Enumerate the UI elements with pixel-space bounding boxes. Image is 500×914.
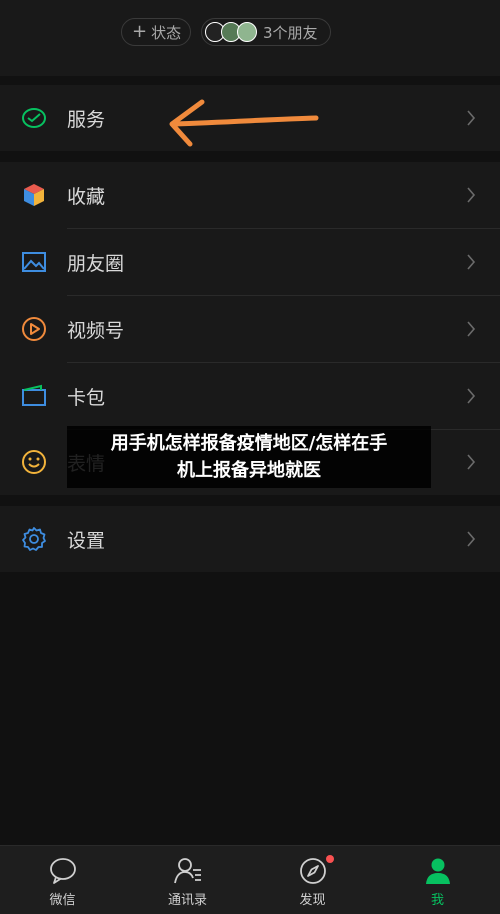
plus-icon: + bbox=[132, 21, 148, 42]
notification-dot bbox=[326, 855, 334, 863]
menu-label: 服务 bbox=[67, 108, 106, 131]
menu-label: 朋友圈 bbox=[67, 252, 125, 275]
menu-item-moments[interactable]: 朋友圈 bbox=[0, 229, 500, 295]
arrow-annotation-icon bbox=[169, 99, 319, 147]
caption-line: 机上报备异地就医 bbox=[177, 460, 321, 481]
chevron-right-icon bbox=[462, 530, 480, 548]
profile-header: + 状态 3个朋友 bbox=[0, 0, 500, 76]
chevron-right-icon bbox=[462, 186, 480, 204]
person-icon bbox=[425, 858, 450, 884]
avatar bbox=[237, 22, 257, 42]
menu-label: 视频号 bbox=[67, 319, 125, 342]
cube-icon bbox=[21, 182, 47, 208]
menu-label: 卡包 bbox=[67, 386, 106, 409]
add-status-button[interactable]: + 状态 bbox=[121, 18, 191, 46]
smiley-icon bbox=[21, 449, 47, 475]
gear-icon bbox=[21, 526, 47, 552]
chevron-right-icon bbox=[462, 253, 480, 271]
menu-item-favorites[interactable]: 收藏 bbox=[0, 162, 500, 228]
settings-section: 设置 bbox=[0, 506, 500, 572]
tab-discover[interactable]: 发现 bbox=[250, 846, 375, 914]
menu-label: 收藏 bbox=[67, 185, 106, 208]
friends-status-button[interactable]: 3个朋友 bbox=[201, 18, 331, 46]
tab-chats[interactable]: 微信 bbox=[0, 846, 125, 914]
play-circle-icon bbox=[21, 316, 47, 342]
photo-icon bbox=[21, 249, 47, 275]
tab-me[interactable]: 我 bbox=[375, 846, 500, 914]
chat-bubble-icon bbox=[49, 858, 76, 884]
tab-label: 发现 bbox=[299, 893, 326, 908]
chevron-right-icon bbox=[462, 320, 480, 338]
services-icon bbox=[21, 105, 47, 131]
tab-contacts[interactable]: 通讯录 bbox=[125, 846, 250, 914]
chevron-right-icon bbox=[462, 387, 480, 405]
menu-item-settings[interactable]: 设置 bbox=[0, 506, 500, 572]
caption-line: 用手机怎样报备疫情地区/怎样在手 bbox=[110, 433, 388, 454]
menu-label: 设置 bbox=[67, 529, 106, 552]
friend-avatars bbox=[205, 22, 259, 42]
contacts-icon bbox=[173, 858, 201, 884]
chevron-right-icon bbox=[462, 453, 480, 471]
tab-label: 通讯录 bbox=[167, 893, 207, 908]
bottom-tab-bar: 微信 通讯录 发现 我 bbox=[0, 845, 500, 914]
menu-item-cards[interactable]: 卡包 bbox=[0, 363, 500, 429]
tab-label: 我 bbox=[430, 893, 444, 908]
caption-overlay: 用手机怎样报备疫情地区/怎样在手 机上报备异地就医 bbox=[67, 426, 431, 488]
wallet-icon bbox=[21, 383, 47, 409]
friends-label: 3个朋友 bbox=[263, 23, 318, 42]
status-label: 状态 bbox=[151, 23, 182, 42]
compass-icon bbox=[299, 858, 326, 884]
chevron-right-icon bbox=[462, 109, 480, 127]
menu-item-channels[interactable]: 视频号 bbox=[0, 296, 500, 362]
tab-label: 微信 bbox=[49, 893, 76, 908]
